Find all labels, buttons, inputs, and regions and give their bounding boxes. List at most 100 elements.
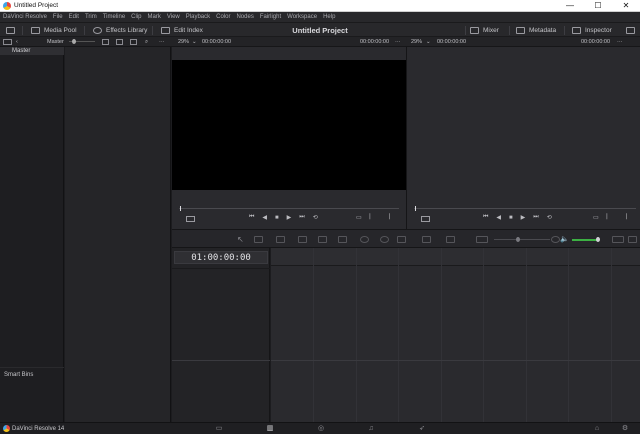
trim-tool-icon[interactable] bbox=[254, 236, 263, 243]
full-extent-zoom-icon[interactable] bbox=[476, 236, 488, 243]
menu-view[interactable]: View bbox=[167, 12, 180, 22]
maximize-button[interactable]: ☐ bbox=[584, 0, 612, 12]
close-button[interactable]: ✕ bbox=[612, 0, 640, 12]
zoom-slider-handle[interactable] bbox=[516, 237, 520, 242]
loop-icon[interactable]: ⟲ bbox=[547, 214, 552, 221]
program-zoom-level[interactable]: 29% bbox=[411, 37, 422, 47]
slider-handle[interactable] bbox=[72, 39, 76, 44]
speaker-icon[interactable]: 🔈 bbox=[560, 235, 569, 243]
sort-icon[interactable] bbox=[130, 39, 137, 45]
play-icon[interactable]: ▶ bbox=[287, 214, 292, 221]
snapping-icon[interactable] bbox=[360, 236, 369, 243]
bin-item-master[interactable]: Master bbox=[0, 47, 64, 55]
audio-meter-icon[interactable] bbox=[612, 236, 624, 243]
bin-options-menu[interactable]: ··· bbox=[159, 37, 165, 47]
menu-mark[interactable]: Mark bbox=[148, 12, 161, 22]
media-page-icon[interactable]: ▭ bbox=[211, 423, 227, 434]
menu-clip[interactable]: Clip bbox=[131, 12, 141, 22]
menu-davinci-resolve[interactable]: DaVinci Resolve bbox=[3, 12, 47, 22]
timeline-view-mode-icon[interactable] bbox=[421, 216, 430, 222]
timeline-video-frame[interactable] bbox=[407, 60, 640, 190]
audio-level-handle[interactable] bbox=[596, 237, 600, 242]
color-page-icon[interactable]: ◎ bbox=[313, 423, 329, 434]
timeline-timecode[interactable]: 01:00:00:00 bbox=[174, 251, 268, 264]
flag-icon[interactable] bbox=[422, 236, 431, 243]
reverse-play-icon[interactable]: ◀ bbox=[496, 214, 501, 221]
source-options-menu[interactable]: ··· bbox=[395, 37, 401, 47]
insert-clip-icon[interactable] bbox=[276, 236, 285, 243]
source-view-mode-icon[interactable] bbox=[186, 216, 195, 222]
menu-edit[interactable]: Edit bbox=[69, 12, 79, 22]
source-video-frame[interactable] bbox=[172, 60, 406, 190]
settings-gear-icon[interactable]: ⚙ bbox=[617, 423, 633, 434]
fairlight-page-icon[interactable]: ♫ bbox=[363, 423, 379, 434]
source-playhead[interactable] bbox=[180, 206, 181, 211]
place-on-top-icon[interactable] bbox=[338, 236, 347, 243]
list-icon bbox=[161, 27, 170, 34]
chevron-down-icon[interactable]: ⌄ bbox=[426, 37, 431, 47]
jump-to-start-icon[interactable]: ⏮ bbox=[249, 214, 254, 221]
zoom-in-icon[interactable] bbox=[551, 236, 560, 243]
metadata-button[interactable]: Metadata bbox=[516, 23, 556, 38]
reverse-play-icon[interactable]: ◀ bbox=[262, 214, 267, 221]
video-audio-divider[interactable] bbox=[271, 360, 640, 361]
media-pool-button[interactable]: Media Pool bbox=[31, 23, 77, 38]
source-scrubber-track[interactable] bbox=[179, 208, 399, 209]
timeline-playhead-marker[interactable] bbox=[415, 206, 416, 211]
video-audio-divider[interactable] bbox=[172, 360, 270, 361]
position-lock-icon[interactable] bbox=[397, 236, 406, 243]
play-icon[interactable]: ▶ bbox=[521, 214, 526, 221]
replace-clip-icon[interactable] bbox=[318, 236, 327, 243]
timeline-scrubber-track[interactable] bbox=[414, 208, 636, 209]
list-view-icon[interactable] bbox=[116, 39, 123, 45]
deliver-page-icon[interactable]: ➶ bbox=[414, 423, 430, 434]
menu-timeline[interactable]: Timeline bbox=[103, 12, 125, 22]
stop-icon[interactable]: ■ bbox=[509, 215, 513, 221]
jump-to-start-icon[interactable]: ⏮ bbox=[483, 214, 488, 221]
selection-tool-icon[interactable]: ↖ bbox=[237, 236, 246, 244]
mark-out-icon[interactable]: ⎹ bbox=[621, 214, 627, 221]
timeline-ruler[interactable] bbox=[271, 248, 640, 266]
menu-color[interactable]: Color bbox=[216, 12, 230, 22]
inspector-button[interactable]: Inspector bbox=[572, 23, 612, 38]
search-icon[interactable]: ⌕ bbox=[145, 37, 148, 47]
jump-to-end-icon[interactable]: ⏭ bbox=[299, 214, 304, 221]
grid-view-icon[interactable] bbox=[102, 39, 109, 45]
jump-to-end-icon[interactable]: ⏭ bbox=[533, 214, 538, 221]
audio-level-slider[interactable] bbox=[572, 239, 598, 241]
home-icon[interactable]: ⌂ bbox=[589, 423, 605, 434]
timeline-options-icon[interactable] bbox=[628, 236, 637, 243]
mark-in-icon[interactable]: ⎸ bbox=[370, 214, 376, 221]
timeline-zoom-slider[interactable] bbox=[494, 239, 550, 240]
match-frame-icon[interactable]: ▭ bbox=[356, 214, 362, 221]
overwrite-clip-icon[interactable] bbox=[298, 236, 307, 243]
menu-playback[interactable]: Playback bbox=[186, 12, 210, 22]
chevron-left-icon[interactable]: ‹ bbox=[16, 37, 18, 47]
bin-list-toggle-icon[interactable] bbox=[3, 39, 12, 45]
loop-icon[interactable]: ⟲ bbox=[313, 214, 318, 221]
monitor-toggle-button[interactable] bbox=[6, 23, 19, 38]
minimize-button[interactable]: — bbox=[556, 0, 584, 12]
linked-selection-icon[interactable] bbox=[380, 236, 389, 243]
program-options-menu[interactable]: ··· bbox=[617, 37, 623, 47]
source-zoom-level[interactable]: 29% bbox=[178, 37, 189, 47]
media-pool-clips-area[interactable] bbox=[65, 47, 171, 422]
edit-index-button[interactable]: Edit Index bbox=[161, 23, 203, 38]
mixer-button[interactable]: Mixer bbox=[470, 23, 499, 38]
chevron-down-icon[interactable]: ⌄ bbox=[192, 37, 197, 47]
timeline-tracks-area[interactable] bbox=[271, 248, 640, 422]
edit-page-icon[interactable]: ▥ bbox=[262, 423, 278, 434]
panel-expand-button[interactable] bbox=[626, 23, 635, 38]
stop-icon[interactable]: ■ bbox=[275, 215, 279, 221]
mark-out-icon[interactable]: ⎹ bbox=[384, 214, 390, 221]
menu-nodes[interactable]: Nodes bbox=[236, 12, 253, 22]
menu-help[interactable]: Help bbox=[323, 12, 335, 22]
match-frame-icon[interactable]: ▭ bbox=[593, 214, 599, 221]
menu-trim[interactable]: Trim bbox=[85, 12, 97, 22]
effects-library-button[interactable]: Effects Library bbox=[93, 23, 147, 38]
menu-fairlight[interactable]: Fairlight bbox=[260, 12, 281, 22]
menu-workspace[interactable]: Workspace bbox=[287, 12, 317, 22]
marker-icon[interactable] bbox=[446, 236, 455, 243]
mark-in-icon[interactable]: ⎸ bbox=[607, 214, 613, 221]
menu-file[interactable]: File bbox=[53, 12, 63, 22]
